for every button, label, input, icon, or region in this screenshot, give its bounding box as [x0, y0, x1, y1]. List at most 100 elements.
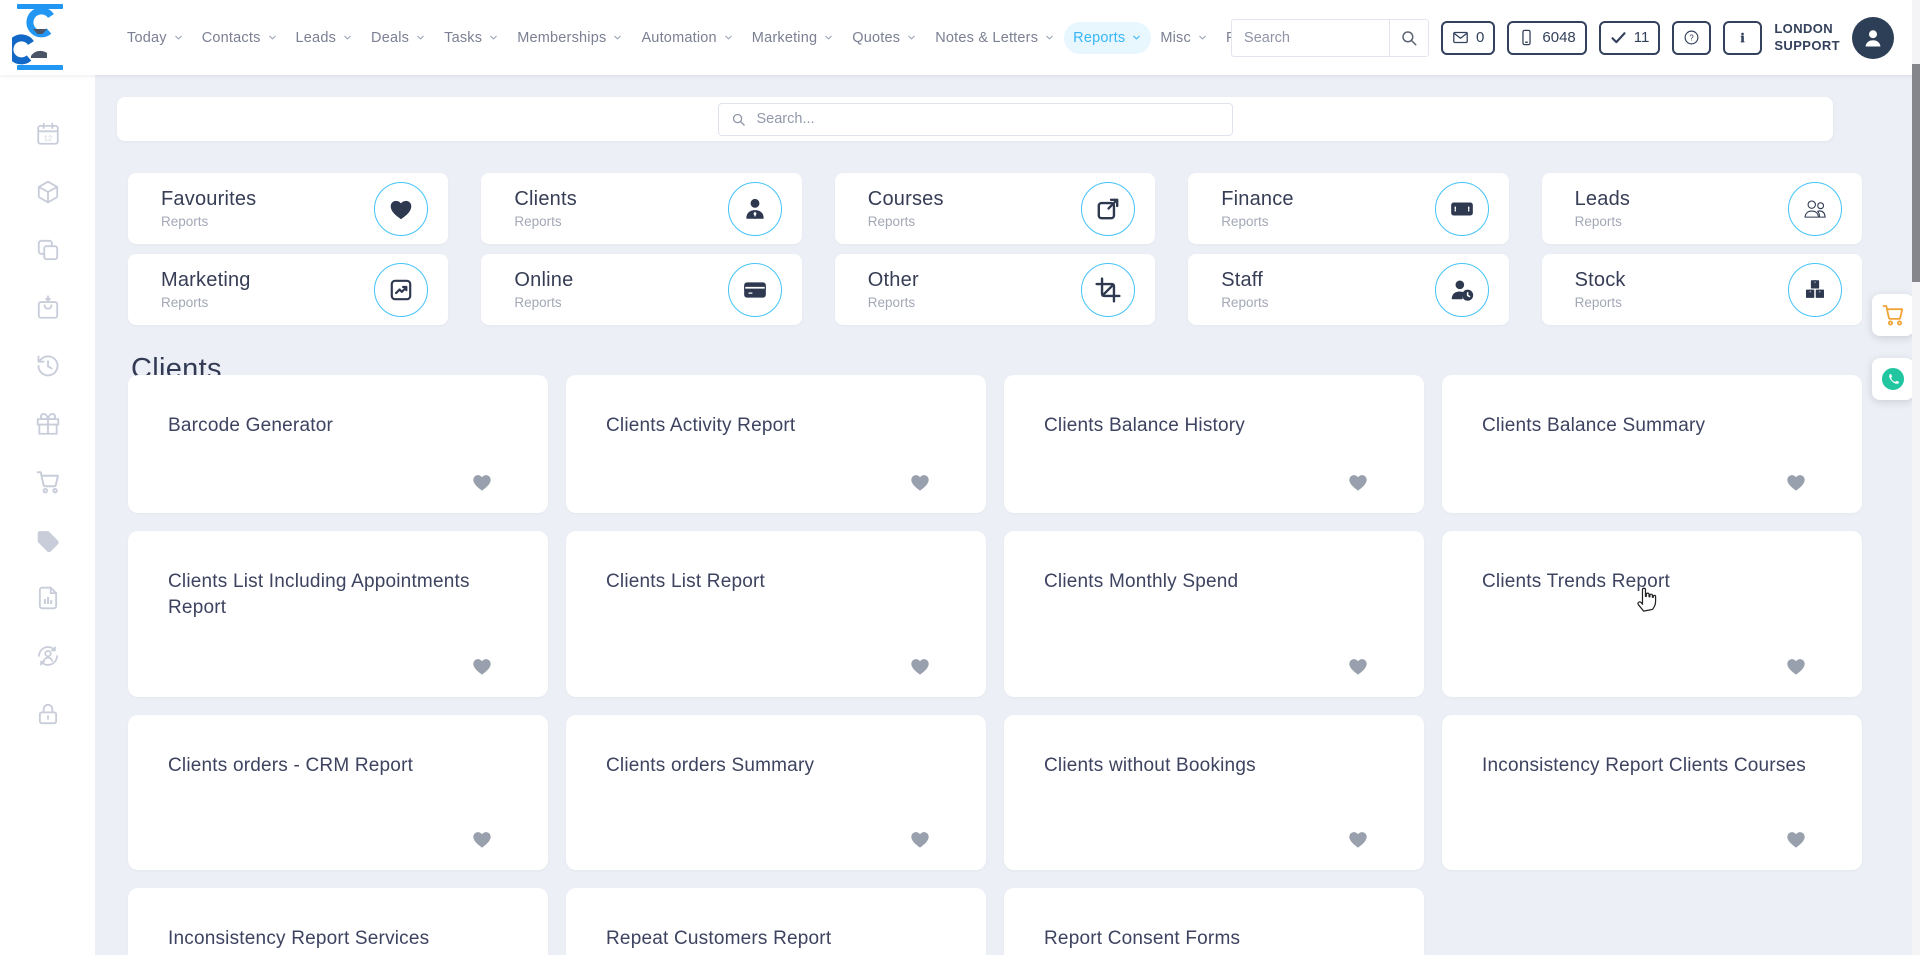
report-icon — [35, 585, 61, 611]
category-card-marketing[interactable]: MarketingReports — [128, 254, 448, 325]
nav-item-tasks[interactable]: Tasks — [435, 22, 508, 54]
badge-info[interactable]: i — [1723, 21, 1762, 55]
report-card-repeat-customers-report[interactable]: Repeat Customers Report — [566, 888, 986, 955]
sidebar-item-history[interactable] — [0, 337, 95, 395]
category-text: LeadsReports — [1575, 188, 1788, 229]
nav-item-notes-letters[interactable]: Notes & Letters — [926, 22, 1064, 54]
report-card-clients-orders-crm-report[interactable]: Clients orders - CRM Report — [128, 715, 548, 870]
report-card-clients-trends-report[interactable]: Clients Trends Report — [1442, 531, 1862, 697]
avatar[interactable] — [1852, 17, 1894, 59]
category-text: FavouritesReports — [161, 188, 374, 229]
chevron-down-icon — [267, 32, 278, 43]
sidebar-item-calendar[interactable]: 12 — [0, 105, 95, 163]
favourite-heart-icon[interactable] — [1785, 471, 1807, 493]
report-card-barcode-generator[interactable]: Barcode Generator — [128, 375, 548, 513]
sidebar-item-bag[interactable] — [0, 279, 95, 337]
favourite-heart-icon[interactable] — [1785, 828, 1807, 850]
badge-question[interactable]: ? — [1672, 21, 1711, 55]
main-content: FavouritesReportsClientsReportsCoursesRe… — [95, 75, 1912, 955]
category-card-other[interactable]: OtherReports — [835, 254, 1155, 325]
category-card-clients[interactable]: Clients Reports — [481, 173, 801, 244]
sidebar-item-cube[interactable] — [0, 163, 95, 221]
category-card-favourites[interactable]: FavouritesReports — [128, 173, 448, 244]
badge-envelope[interactable]: 0 — [1441, 21, 1495, 55]
nav-item-leads[interactable]: Leads — [287, 22, 363, 54]
report-title: Clients Activity Report — [606, 413, 936, 439]
sidebar-item-report[interactable] — [0, 569, 95, 627]
category-card-finance[interactable]: FinanceReports0 — [1188, 173, 1508, 244]
credit-card-icon — [742, 277, 768, 303]
nav-item-memberships[interactable]: Memberships — [508, 22, 632, 54]
svg-text:0: 0 — [1459, 204, 1464, 213]
report-card-clients-balance-history[interactable]: Clients Balance History — [1004, 375, 1424, 513]
envelope-icon — [1452, 29, 1469, 46]
favourite-heart-icon[interactable] — [1347, 655, 1369, 677]
nav-item-today[interactable]: Today — [118, 22, 193, 54]
sidebar-item-gift[interactable] — [0, 395, 95, 453]
favourite-heart-icon[interactable] — [909, 828, 931, 850]
nav-item-marketing[interactable]: Marketing — [743, 22, 843, 54]
calendar-icon: 12 — [35, 121, 61, 147]
badge-check[interactable]: 11 — [1599, 21, 1661, 55]
report-card-inconsistency-report-clients-courses[interactable]: Inconsistency Report Clients Courses — [1442, 715, 1862, 870]
category-icon-circle — [1081, 182, 1135, 236]
favourite-heart-icon[interactable] — [1347, 828, 1369, 850]
category-subtitle: Reports — [161, 295, 374, 310]
report-card-clients-list-including-appointments-report[interactable]: Clients List Including Appointments Repo… — [128, 531, 548, 697]
category-title: Stock — [1575, 269, 1788, 292]
nav-item-automation[interactable]: Automation — [632, 22, 742, 54]
floating-cart-button[interactable] — [1872, 294, 1914, 336]
nav-item-reports[interactable]: Reports — [1064, 22, 1151, 54]
info-icon: i — [1734, 29, 1751, 46]
category-card-courses[interactable]: CoursesReports — [835, 173, 1155, 244]
check-icon — [1610, 29, 1627, 46]
scrollbar-track[interactable] — [1912, 0, 1920, 955]
report-card-clients-monthly-spend[interactable]: Clients Monthly Spend — [1004, 531, 1424, 697]
favourite-heart-icon[interactable] — [1347, 471, 1369, 493]
favourite-heart-icon[interactable] — [909, 471, 931, 493]
nav-search-input[interactable] — [1232, 30, 1389, 46]
favourite-heart-icon[interactable] — [909, 655, 931, 677]
report-title: Clients Balance History — [1044, 413, 1374, 439]
category-subtitle: Reports — [514, 214, 727, 229]
report-card-inconsistency-report-services[interactable]: Inconsistency Report Services — [128, 888, 548, 955]
phone-circle-icon — [1881, 367, 1905, 391]
category-card-online[interactable]: OnlineReports — [481, 254, 801, 325]
report-card-clients-activity-report[interactable]: Clients Activity Report — [566, 375, 986, 513]
sidebar-item-lock[interactable] — [0, 685, 95, 743]
nav-item-quotes[interactable]: Quotes — [843, 22, 926, 54]
report-title: Clients List Including Appointments Repo… — [168, 569, 498, 621]
category-title: Clients — [514, 188, 727, 211]
report-card-clients-list-report[interactable]: Clients List Report — [566, 531, 986, 697]
category-card-stock[interactable]: StockReports — [1542, 254, 1862, 325]
nav-item-label: Today — [127, 30, 167, 46]
category-card-staff[interactable]: StaffReports — [1188, 254, 1508, 325]
nav-search-button[interactable] — [1389, 20, 1428, 56]
nav-item-contacts[interactable]: Contacts — [193, 22, 287, 54]
badge-mobile[interactable]: 6048 — [1507, 21, 1586, 55]
report-grid: Barcode Generator Clients Activity Report… — [128, 375, 1862, 955]
report-card-clients-orders-summary[interactable]: Clients orders Summary — [566, 715, 986, 870]
favourite-heart-icon[interactable] — [471, 471, 493, 493]
sidebar-item-cart[interactable] — [0, 453, 95, 511]
nav-item-misc[interactable]: Misc — [1151, 22, 1217, 54]
chevron-down-icon — [1131, 32, 1142, 43]
report-card-report-consent-forms[interactable]: Report Consent Forms — [1004, 888, 1424, 955]
brand-logo[interactable] — [12, 4, 68, 70]
report-card-clients-without-bookings[interactable]: Clients without Bookings — [1004, 715, 1424, 870]
category-card-leads[interactable]: LeadsReports — [1542, 173, 1862, 244]
category-subtitle: Reports — [1221, 295, 1434, 310]
sidebar-item-tag[interactable]: $ — [0, 511, 95, 569]
report-card-clients-balance-summary[interactable]: Clients Balance Summary — [1442, 375, 1862, 513]
favourite-heart-icon[interactable] — [471, 655, 493, 677]
category-title: Favourites — [161, 188, 374, 211]
sidebar-item-copy[interactable] — [0, 221, 95, 279]
content-search-input[interactable] — [755, 110, 1220, 128]
floating-phone-button[interactable] — [1872, 358, 1914, 400]
sidebar-item-user-sync[interactable] — [0, 627, 95, 685]
scrollbar-thumb[interactable] — [1912, 64, 1920, 282]
nav-item-deals[interactable]: Deals — [362, 22, 435, 54]
favourite-heart-icon[interactable] — [1785, 655, 1807, 677]
category-text: StockReports — [1575, 269, 1788, 310]
favourite-heart-icon[interactable] — [471, 828, 493, 850]
